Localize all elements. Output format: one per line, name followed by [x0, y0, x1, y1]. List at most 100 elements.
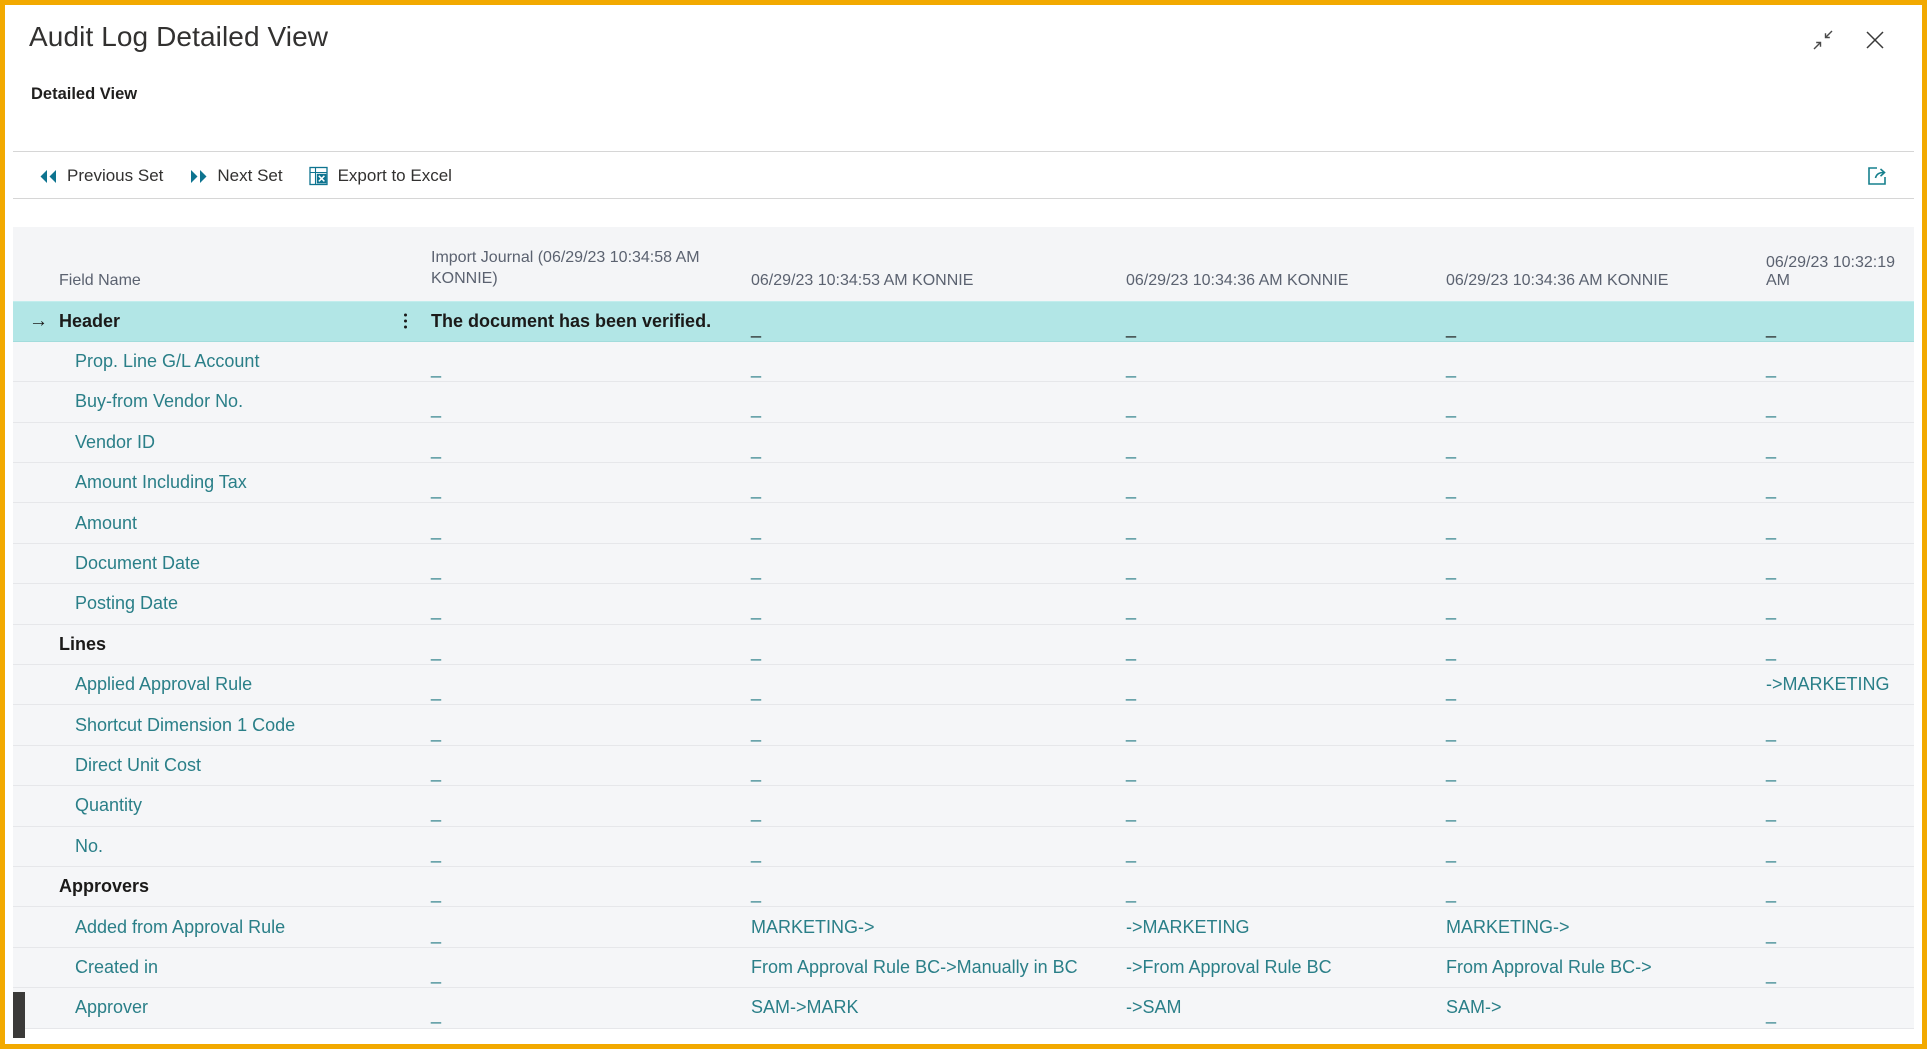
row-value-cell[interactable]: _ [1116, 704, 1436, 746]
row-value-cell[interactable]: From Approval Rule BC->Manually in BC [741, 946, 1116, 989]
row-value-cell[interactable]: _ [1436, 462, 1756, 504]
row-field-name[interactable]: Direct Unit Cost [13, 744, 421, 787]
row-value-cell[interactable]: _ [1116, 865, 1436, 908]
row-value-cell[interactable]: _ [1756, 825, 1914, 867]
row-value-cell[interactable]: ->MARKETING [1756, 664, 1914, 706]
row-field-name[interactable]: → Header [13, 300, 421, 342]
table-row[interactable]: Approver _ SAM->MARK ->SAM SAM-> _ [13, 987, 1914, 1029]
row-options-menu-icon[interactable] [404, 313, 407, 329]
column-header-snapshot-2[interactable]: 06/29/23 10:34:36 AM KONNIE [1116, 227, 1436, 301]
row-value-cell[interactable]: MARKETING-> [1436, 906, 1756, 948]
row-field-name[interactable]: Shortcut Dimension 1 Code [13, 704, 421, 746]
row-field-name[interactable]: Lines [13, 623, 421, 666]
row-value-cell[interactable]: _ [1756, 462, 1914, 504]
row-value-cell[interactable]: _ [741, 664, 1116, 706]
row-value-cell[interactable]: _ [421, 502, 741, 544]
row-value-cell[interactable]: _ [421, 946, 741, 989]
row-value-cell[interactable]: _ [421, 583, 741, 625]
next-set-button[interactable]: Next Set [189, 166, 283, 186]
table-row[interactable]: Prop. Line G/L Account _ _ _ _ _ [13, 340, 1914, 383]
table-row[interactable]: Amount _ _ _ _ _ [13, 502, 1914, 544]
row-value-cell[interactable]: SAM->MARK [741, 987, 1116, 1029]
row-value-cell[interactable]: _ [421, 865, 741, 908]
share-open-in-new-icon[interactable] [1860, 160, 1894, 192]
collapse-arrows-icon[interactable] [1802, 19, 1844, 61]
column-header-field-name[interactable]: Field Name [13, 227, 421, 301]
row-value-cell[interactable]: _ [1116, 462, 1436, 504]
row-value-cell[interactable]: _ [421, 421, 741, 464]
row-field-name[interactable]: No. [13, 825, 421, 867]
row-value-cell[interactable]: _ [741, 744, 1116, 787]
row-value-cell[interactable]: _ [1756, 623, 1914, 666]
row-value-cell[interactable]: _ [421, 340, 741, 383]
table-row[interactable]: Amount Including Tax _ _ _ _ _ [13, 462, 1914, 504]
row-value-cell[interactable]: _ [741, 462, 1116, 504]
row-field-name[interactable]: Buy-from Vendor No. [13, 381, 421, 423]
row-value-cell[interactable]: _ [1756, 785, 1914, 827]
row-value-cell[interactable]: _ [1756, 381, 1914, 423]
table-row[interactable]: Shortcut Dimension 1 Code _ _ _ _ _ [13, 704, 1914, 746]
row-value-cell[interactable]: From Approval Rule BC-> [1436, 946, 1756, 989]
table-row[interactable]: No. _ _ _ _ _ [13, 825, 1914, 867]
column-header-snapshot-3[interactable]: 06/29/23 10:34:36 AM KONNIE [1436, 227, 1756, 301]
row-value-cell[interactable]: _ [1756, 421, 1914, 464]
row-value-cell[interactable]: _ [741, 381, 1116, 423]
row-field-name[interactable]: Added from Approval Rule [13, 906, 421, 948]
row-field-name[interactable]: Amount Including Tax [13, 462, 421, 504]
row-value-cell[interactable]: _ [1756, 300, 1914, 342]
row-value-cell[interactable]: _ [1436, 865, 1756, 908]
row-value-cell[interactable]: ->MARKETING [1116, 906, 1436, 948]
row-value-cell[interactable]: _ [1436, 421, 1756, 464]
column-header-snapshot-1[interactable]: 06/29/23 10:34:53 AM KONNIE [741, 227, 1116, 301]
row-value-cell[interactable]: _ [1436, 704, 1756, 746]
table-row[interactable]: Approvers _ _ _ _ _ [13, 865, 1914, 908]
row-value-cell[interactable]: _ [421, 623, 741, 666]
row-value-cell[interactable]: _ [1116, 340, 1436, 383]
row-value-cell[interactable]: _ [1116, 744, 1436, 787]
row-value-cell[interactable]: _ [1116, 421, 1436, 464]
row-value-cell[interactable]: _ [1756, 865, 1914, 908]
row-value-cell[interactable]: _ [1116, 785, 1436, 827]
row-value-cell[interactable]: _ [741, 865, 1116, 908]
row-value-cell[interactable]: _ [741, 300, 1116, 342]
row-value-cell[interactable]: _ [1436, 623, 1756, 666]
row-value-cell[interactable]: _ [1436, 785, 1756, 827]
row-value-cell[interactable]: _ [1756, 704, 1914, 746]
row-field-name[interactable]: Quantity [13, 785, 421, 827]
row-value-cell[interactable]: _ [1436, 664, 1756, 706]
table-row[interactable]: Lines _ _ _ _ _ [13, 623, 1914, 666]
row-value-cell[interactable]: The document has been verified. [421, 300, 741, 342]
row-value-cell[interactable]: _ [1436, 583, 1756, 625]
row-value-cell[interactable]: _ [741, 502, 1116, 544]
row-value-cell[interactable]: _ [1436, 542, 1756, 585]
row-value-cell[interactable]: _ [1756, 946, 1914, 989]
row-value-cell[interactable]: _ [1756, 502, 1914, 544]
row-value-cell[interactable]: _ [1116, 300, 1436, 342]
table-row[interactable]: Quantity _ _ _ _ _ [13, 785, 1914, 827]
table-row[interactable]: Applied Approval Rule _ _ _ _ ->MARKETING [13, 664, 1914, 706]
row-value-cell[interactable]: _ [421, 381, 741, 423]
row-value-cell[interactable]: _ [1116, 542, 1436, 585]
row-value-cell[interactable]: _ [741, 340, 1116, 383]
table-row[interactable]: Direct Unit Cost _ _ _ _ _ [13, 744, 1914, 787]
row-field-name[interactable]: Created in [13, 946, 421, 989]
horizontal-scrollbar[interactable] [13, 992, 25, 1038]
row-value-cell[interactable]: _ [421, 542, 741, 585]
row-value-cell[interactable]: _ [1116, 381, 1436, 423]
row-value-cell[interactable]: _ [421, 906, 741, 948]
row-value-cell[interactable]: _ [1436, 825, 1756, 867]
table-row[interactable]: Document Date _ _ _ _ _ [13, 542, 1914, 585]
row-value-cell[interactable]: _ [741, 704, 1116, 746]
row-value-cell[interactable]: _ [1436, 300, 1756, 342]
row-value-cell[interactable]: _ [741, 623, 1116, 666]
row-value-cell[interactable]: _ [1116, 583, 1436, 625]
export-to-excel-button[interactable]: Export to Excel [308, 166, 452, 186]
row-value-cell[interactable]: _ [421, 462, 741, 504]
row-field-name[interactable]: Vendor ID [13, 421, 421, 464]
row-value-cell[interactable]: _ [741, 785, 1116, 827]
row-field-name[interactable]: Approver [13, 987, 421, 1029]
row-value-cell[interactable]: _ [421, 785, 741, 827]
row-value-cell[interactable]: _ [1436, 381, 1756, 423]
audit-log-grid[interactable]: Field Name Import Journal (06/29/23 10:3… [13, 227, 1914, 1036]
row-value-cell[interactable]: _ [1116, 825, 1436, 867]
